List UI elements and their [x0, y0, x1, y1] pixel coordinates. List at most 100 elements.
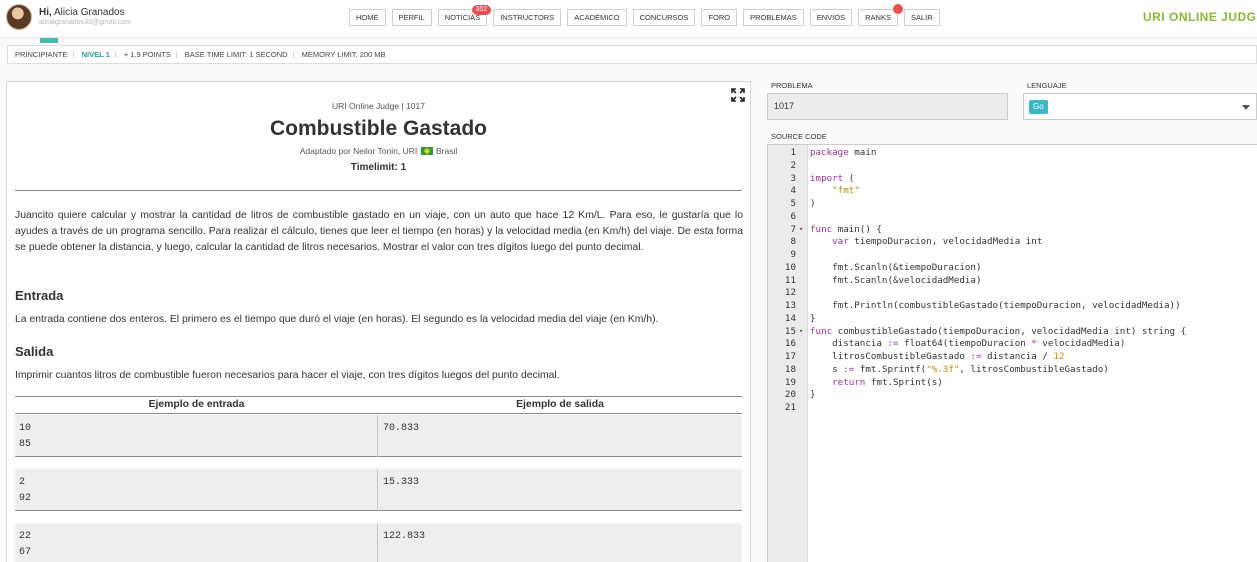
author-text: Adaptado por Neilor Tonin, URI [299, 146, 418, 156]
code-line[interactable]: 8 var tiempoDuracion, velocidadMedia int [768, 235, 1257, 248]
language-chip: Go [1029, 100, 1048, 114]
line-number: 3 [790, 172, 796, 184]
separator: | [175, 50, 178, 59]
code-line[interactable]: 3 import ( [768, 172, 1257, 185]
code-line[interactable]: 11 fmt.Scanln(&velocidadMedia) [768, 274, 1257, 287]
user-name: Alicia Granados [54, 7, 125, 18]
code-line[interactable]: 19 return fmt.Sprint(s) [768, 376, 1257, 389]
main-nav: HOME PERFIL NOTICIAS 352 INSTRUCTORS ACAD… [349, 4, 940, 26]
input-text: La entrada contiene dos enteros. El prim… [15, 314, 659, 325]
code-text: fmt.Scanln(&velocidadMedia) [810, 274, 982, 286]
code-line[interactable]: 9 [768, 248, 1257, 261]
problem-author: Adaptado por Neilor Tonin, URI Brasil [7, 146, 750, 156]
code-text: "fmt" [832, 185, 860, 197]
code-text: func main() { [810, 223, 882, 235]
code-line[interactable]: 4 "fmt" [768, 184, 1257, 197]
notification-dot [892, 4, 903, 14]
code-line[interactable]: 18 s := fmt.Sprintf("%.3f", litrosCombus… [768, 363, 1257, 376]
divider [15, 396, 742, 397]
code-text: import ( [810, 172, 855, 184]
nav-concursos-button[interactable]: CONCURSOS [632, 9, 696, 26]
code-line[interactable]: 17 litrosCombustibleGastado := distancia… [768, 350, 1257, 363]
nav-label: RANKS [865, 13, 891, 22]
input-heading: Entrada [15, 288, 64, 303]
problem-number-field[interactable]: 1017 [767, 93, 1008, 120]
code-text: func combustibleGastado(tiempoDuracion, … [810, 325, 1187, 337]
example-output: 122.833 [383, 531, 426, 542]
nav-instructors-button[interactable]: INSTRUCTORS [493, 9, 562, 26]
language-select[interactable]: Go [1023, 93, 1257, 120]
code-text: } [810, 389, 816, 401]
base-time-label: BASE TIME LIMIT: 1 SECOND [184, 50, 288, 59]
notification-badge: 352 [471, 5, 492, 15]
code-text: litrosCombustibleGastado := distancia / … [810, 351, 1065, 362]
nav-label: FORO [708, 13, 731, 22]
line-number: 20 [784, 389, 796, 401]
brazil-flag-icon [420, 147, 433, 155]
code-text: var tiempoDuracion, velocidadMedia int [832, 236, 1043, 248]
line-number: 15 [784, 325, 796, 337]
code-line[interactable]: 6 [768, 210, 1257, 223]
line-number: 18 [784, 363, 796, 375]
nav-salir-button[interactable]: SALIR [903, 9, 940, 26]
nav-academico-button[interactable]: ACADÉMICO [567, 9, 627, 26]
line-number: 4 [790, 185, 796, 197]
code-text: distancia := float64(tiempoDuracion * ve… [810, 338, 1126, 350]
example-row: 10 85 70.833 [15, 415, 742, 457]
code-line[interactable]: 13 fmt.Println(combustibleGastado(tiempo… [768, 299, 1257, 312]
nav-foro-button[interactable]: FORO [701, 9, 738, 26]
example-input: 2 92 [19, 477, 32, 504]
column-divider [377, 523, 378, 562]
line-number: 19 [784, 376, 796, 388]
problem-info-bar: PRINCIPIANTE | NIVEL 1 | + 1.9 POINTS | BAS… [7, 45, 1257, 64]
line-number: 21 [784, 402, 796, 413]
code-text: ) [810, 198, 816, 209]
code-line[interactable]: 2 [768, 159, 1257, 172]
problem-panel: URI Online Judge | 1017 Combustible Gast… [6, 81, 751, 562]
brand-logo[interactable]: URI ONLINE JUDGE [1143, 10, 1257, 24]
user-greeting: Hi, Alicia Granados [39, 7, 125, 18]
separator: | [292, 50, 295, 59]
nav-ranks-button[interactable]: RANKS [858, 4, 903, 26]
code-line[interactable]: 15 ▾ func combustibleGastado(tiempoDuracio… [768, 325, 1257, 338]
line-number: 13 [784, 300, 796, 311]
code-line[interactable]: 5) [768, 197, 1257, 210]
nav-label: INSTRUCTORS [500, 13, 555, 22]
nav-noticias-button[interactable]: NOTICIAS 352 [437, 5, 492, 26]
line-number: 7 [790, 223, 796, 235]
nav-home-button[interactable]: HOME [349, 9, 386, 26]
nav-label: PROBLEMAS [750, 13, 797, 22]
code-line[interactable]: 16 distancia := float64(tiempoDuracion *… [768, 337, 1257, 350]
language-field-label: LENGUAJE [1027, 81, 1067, 90]
code-text: fmt.Println(combustibleGastado(tiempoDur… [810, 300, 1181, 311]
separator: | [72, 50, 75, 59]
example-input-header: Ejemplo de entrada [148, 399, 245, 410]
example-row: 22 67 122.833 [15, 523, 742, 562]
code-line[interactable]: 7 ▾ func main() { [768, 223, 1257, 236]
nav-label: SALIR [910, 13, 933, 22]
code-line[interactable]: 21 [768, 401, 1257, 414]
code-line[interactable]: 12 [768, 286, 1257, 299]
user-email: aliciagranados33@gmail.com [39, 19, 131, 26]
divider [15, 190, 742, 191]
fullscreen-icon[interactable] [731, 88, 745, 102]
nav-perfil-button[interactable]: PERFIL [391, 9, 432, 26]
fold-arrow-icon[interactable]: ▾ [799, 325, 803, 338]
fold-arrow-icon[interactable]: ▾ [799, 223, 803, 236]
code-line[interactable]: 10 fmt.Scanln(&tiempoDuracion) [768, 261, 1257, 274]
nav-problemas-button[interactable]: PROBLEMAS [743, 9, 804, 26]
code-editor[interactable]: 1 package main 2 3 import (4 "fmt" 5) 6 7 ▾ func … [767, 144, 1257, 562]
avatar[interactable] [6, 4, 32, 30]
code-line[interactable]: 1 package main [768, 146, 1257, 159]
points-label: + 1.9 POINTS [123, 50, 171, 59]
line-number: 12 [784, 287, 796, 299]
column-divider [377, 469, 378, 511]
code-line[interactable]: 14} [768, 312, 1257, 325]
problem-description: Juancito quiere calcular y mostrar la ca… [15, 210, 743, 253]
nav-envios-button[interactable]: ENVIOS [809, 9, 853, 26]
code-text: fmt.Scanln(&tiempoDuracion) [810, 261, 982, 273]
nav-label: HOME [356, 13, 379, 22]
line-number: 17 [784, 351, 796, 362]
code-line[interactable]: 20} [768, 388, 1257, 401]
code-text: s := fmt.Sprintf("%.3f", litrosCombustib… [810, 363, 1109, 375]
